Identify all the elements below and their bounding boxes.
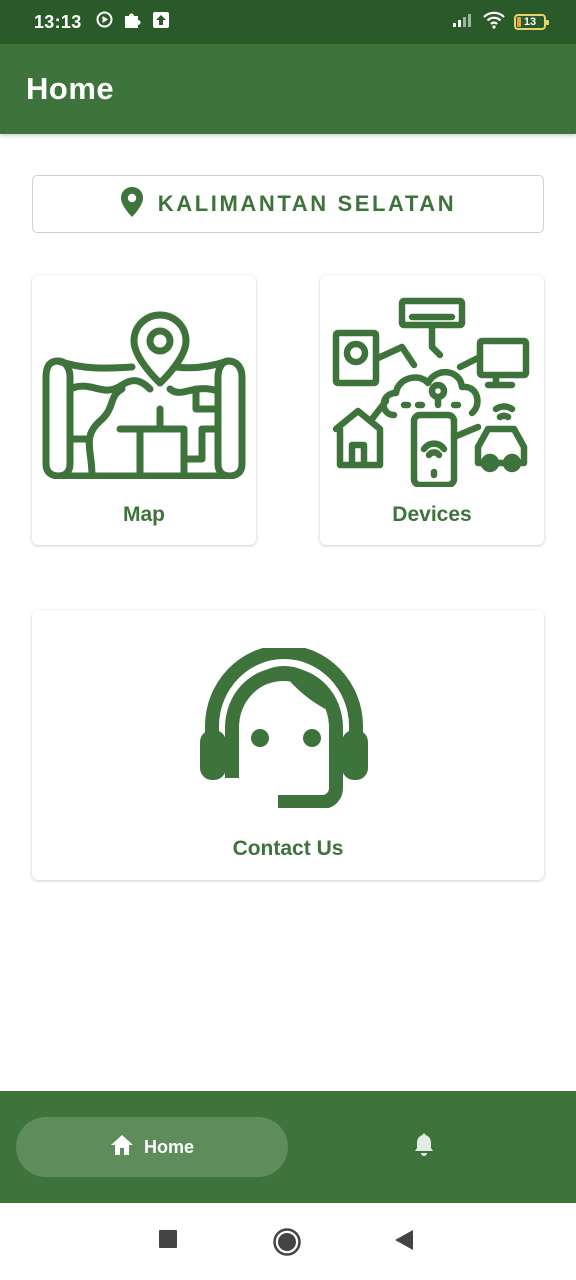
contact-us-label: Contact Us (232, 837, 344, 860)
home-icon (110, 1134, 134, 1161)
puzzle-icon (123, 10, 142, 34)
status-system-icons: 13 (452, 11, 549, 34)
wifi-icon (482, 11, 506, 34)
media-play-icon (96, 11, 113, 33)
map-card[interactable]: Map (32, 275, 256, 545)
customer-support-icon (200, 648, 368, 808)
nav-notifications-button[interactable] (408, 1131, 440, 1163)
status-time: 13:13 (34, 11, 82, 32)
signal-icon (452, 12, 474, 33)
app-bar: Home (0, 44, 576, 134)
system-navigation-bar (0, 1203, 576, 1280)
upload-icon (152, 11, 170, 34)
region-label: KALIMANTAN SELATAN (157, 191, 457, 216)
battery-icon: 13 (514, 14, 549, 30)
map-label: Map (123, 503, 165, 526)
back-triangle-icon[interactable] (394, 1229, 414, 1251)
nav-home-label: Home (143, 1136, 194, 1157)
location-pin-icon (120, 186, 144, 223)
status-notification-icons (96, 10, 170, 34)
map-icon (42, 311, 246, 479)
home-circle-icon[interactable] (272, 1227, 302, 1257)
bell-icon (413, 1133, 435, 1162)
bottom-navigation: Home (0, 1091, 576, 1203)
iot-devices-icon (332, 297, 530, 487)
region-selector-button[interactable]: KALIMANTAN SELATAN (32, 175, 544, 233)
nav-home-button[interactable]: Home (16, 1117, 288, 1177)
devices-card[interactable]: Devices (320, 275, 544, 545)
recents-square-icon[interactable] (158, 1229, 178, 1249)
status-bar: 13:13 13 (0, 0, 576, 44)
contact-us-card[interactable]: Contact Us (32, 610, 544, 880)
devices-label: Devices (392, 503, 472, 526)
battery-level: 13 (523, 16, 537, 28)
page-title: Home (26, 71, 115, 106)
